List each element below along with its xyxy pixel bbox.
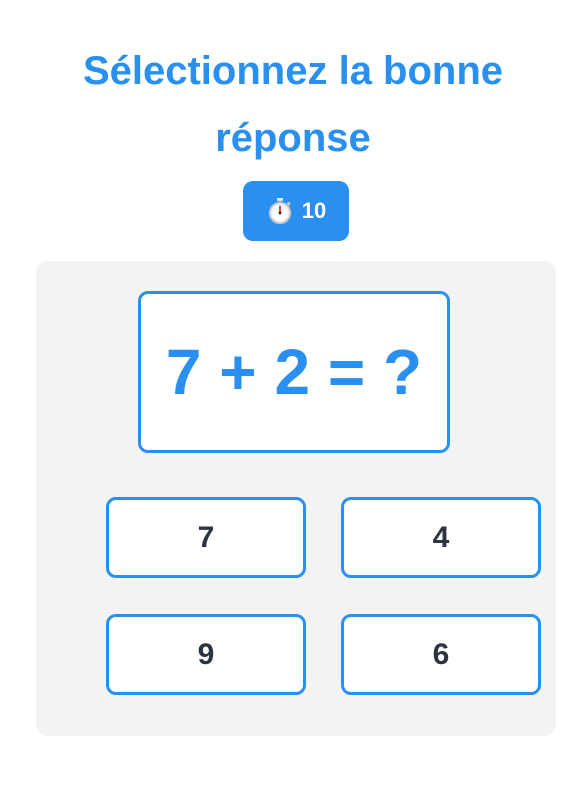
answer-option-1[interactable]: 7: [106, 497, 306, 578]
stopwatch-icon: [266, 197, 294, 225]
timer-badge: 10: [243, 181, 349, 241]
answer-option-4[interactable]: 6: [341, 614, 541, 695]
answer-label: 6: [432, 637, 450, 671]
answer-label: 4: [432, 520, 450, 554]
question-card: 7 + 2 = ?: [138, 291, 450, 453]
answer-label: 7: [197, 520, 215, 554]
answer-label: 9: [197, 637, 215, 671]
page-title: Sélectionnez la bonne réponse: [82, 49, 504, 160]
answer-option-2[interactable]: 4: [341, 497, 541, 578]
timer-value: 10: [301, 198, 327, 223]
question-text: 7 + 2 = ?: [165, 336, 423, 408]
answer-option-3[interactable]: 9: [106, 614, 306, 695]
